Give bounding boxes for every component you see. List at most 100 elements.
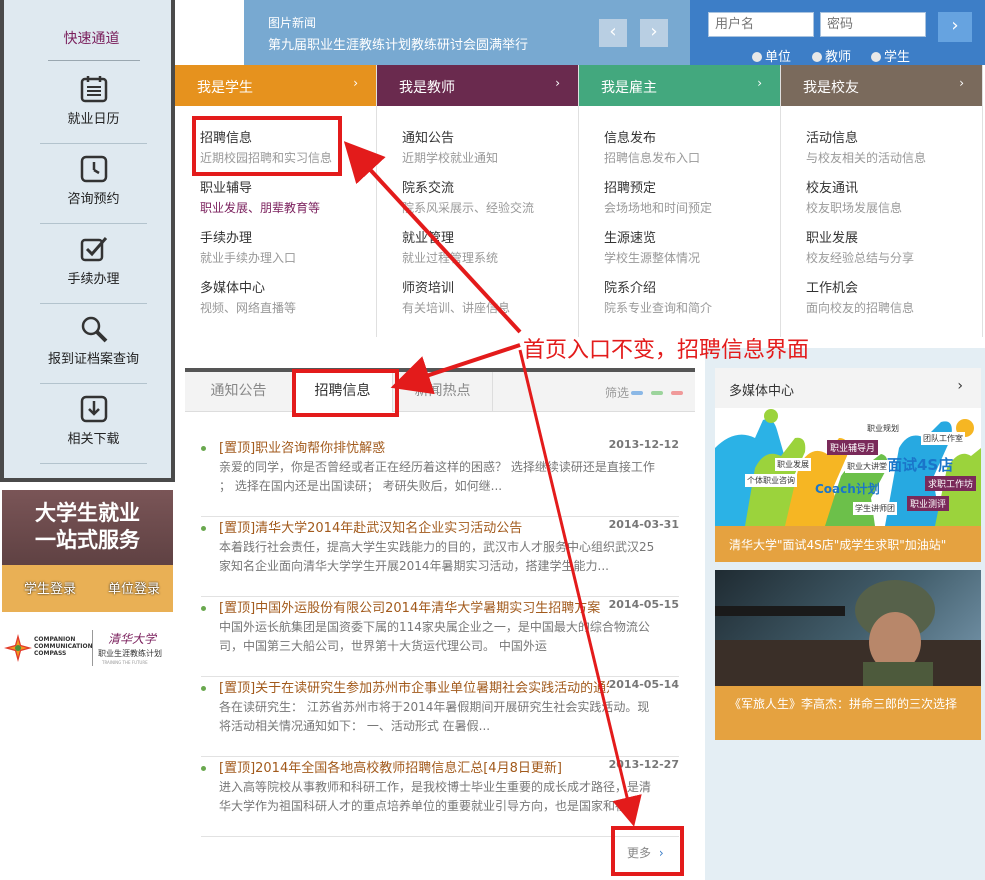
tab-notices[interactable]: 通知公告 [185,372,293,412]
menu-column-header[interactable]: 我是校友 › [781,65,982,106]
employer-login-button[interactable]: 单位登录 [108,578,160,597]
login-panel: › 单位 教师 学生 [690,0,985,65]
annotation-box-more [611,826,684,876]
interview-4s-poster[interactable]: 面试4S店 Coach计划 职业辅导月 个体职业咨询 求职工作坊 职业测评 职业… [715,408,981,526]
menu-entry-description: 视频、网络直播等 [200,301,297,315]
sidebar-item-procedures[interactable]: 手续办理 [40,226,147,304]
sidebar-item-archive-query[interactable]: 报到证档案查询 [40,306,147,384]
menu-column-header[interactable]: 我是学生 › [175,65,376,106]
menu-entry[interactable]: 活动信息 与校友相关的活动信息 [806,127,976,166]
multimedia-header[interactable]: 多媒体中心 › [715,368,981,408]
menu-column-header[interactable]: 我是雇主 › [579,65,780,106]
program-logo-text: 职业生涯教练计划 [98,649,162,658]
menu-entry[interactable]: 多媒体中心 视频、网络直播等 [200,277,370,316]
news-title-link[interactable]: [置顶]职业咨询帮你排忧解惑 [219,437,609,456]
filter-label: 筛选 [605,386,630,400]
menu-column-2: 我是雇主 › 信息发布 招聘信息发布入口 招聘预定 会场场地和时间预定 生源速览 学校生源整体… [579,65,781,337]
news-date: 2013-12-12 [608,438,679,451]
role-radio-employer[interactable]: 单位 [752,46,791,65]
menu-entry-title: 职业发展 [806,231,859,246]
news-date: 2014-03-31 [608,518,679,531]
banner-title: 大学生就业 一站式服务 [2,500,173,554]
menu-entry-description: 学校生源整体情况 [604,251,701,265]
news-next-button[interactable]: › [640,19,668,47]
bullet-dot-icon [201,526,206,531]
menu-entry[interactable]: 招聘预定 会场场地和时间预定 [604,177,774,216]
menu-header-label: 我是校友 [803,80,859,96]
logo-divider [92,630,93,666]
news-summary: 进入高等院校从事教师和科研工作，是我校博士毕业生重要的成长成才路径，是清华大学作… [219,780,652,813]
role-label: 单位 [765,50,792,65]
menu-column-header[interactable]: 我是教师 › [377,65,578,106]
menu-entry-title: 工作机会 [806,281,859,296]
username-input[interactable] [708,12,814,37]
news-summary: 中国外运长航集团是国资委下属的114家央属企业之一，是中国最大的综合物流公司，中… [219,620,650,653]
menu-entry[interactable]: 工作机会 面向校友的招聘信息 [806,277,976,316]
menu-entry-title: 通知公告 [402,131,455,146]
menu-entry-description: 校友经验总结与分享 [806,251,915,265]
soldier-photo-graphic [715,580,981,686]
menu-entry[interactable]: 校友通讯 校友职场发展信息 [806,177,976,216]
media-caption-1[interactable]: 清华大学"面试4S店"成学生求职"加油站" [715,526,981,562]
menu-entry[interactable]: 生源速览 学校生源整体情况 [604,227,774,266]
news-date: 2013-12-27 [608,758,679,771]
filter-red-toggle[interactable] [671,391,683,395]
photo-news-headline[interactable]: 第九届职业生涯教练计划教练研讨会圆满举行 [268,34,528,53]
banner-title-line: 一站式服务 [35,528,140,552]
sidebar-item-calendar[interactable]: 就业日历 [40,66,147,144]
menu-entry[interactable]: 通知公告 近期学校就业通知 [402,127,572,166]
news-title-link[interactable]: [置顶]2014年全国各地高校教师招聘信息汇总[4月8日更新] [219,757,609,776]
sidebar-item-label: 手续办理 [67,272,120,287]
chevron-right-icon: › [757,76,762,90]
menu-entry-description: 会场场地和时间预定 [604,201,713,215]
menu-entry[interactable]: 职业辅导 职业发展、朋辈教育等 [200,177,370,216]
news-date: 2014-05-14 [608,678,679,691]
sidebar-item-downloads[interactable]: 相关下载 [40,386,147,464]
role-radio-student[interactable]: 学生 [871,46,910,65]
poster-tag: 职业辅导月 [827,440,879,455]
login-submit-button[interactable]: › [938,12,972,42]
menu-entry-description: 职业发展、朋辈教育等 [200,201,321,215]
menu-entry[interactable]: 职业发展校友经验总结与分享 [806,227,976,266]
filter-blue-toggle[interactable] [631,391,643,395]
role-label: 学生 [884,50,911,65]
sidebar-item-label: 咨询预约 [67,192,120,207]
menu-entry[interactable]: 信息发布 招聘信息发布入口 [604,127,774,166]
menu-entry-title: 校友通讯 [806,181,859,196]
student-login-button[interactable]: 学生登录 [24,578,76,597]
password-input[interactable] [820,12,926,37]
filter-green-toggle[interactable] [651,391,663,395]
menu-header-label: 我是教师 [399,80,455,96]
multimedia-title: 多媒体中心 [729,384,795,399]
poster-tag: 求职工作坊 [925,476,977,491]
menu-entry[interactable]: 师资培训 有关培训、讲座信息 [402,277,572,316]
menu-entry[interactable]: 就业管理 就业过程管理系统 [402,227,572,266]
menu-entry[interactable]: 院系介绍 院系专业查询和简介 [604,277,774,316]
poster-tag: 职业大讲堂 [845,460,889,473]
tab-hot-news[interactable]: 新闻热点 [393,372,493,412]
role-mega-menu: 我是学生 › 招聘信息 近期校园招聘和实习信息 职业辅导 职业发展、朋辈教育等 手续办理 就业… [175,65,985,337]
compass-logo-icon [4,634,32,662]
radio-circle-icon [871,52,881,62]
news-title-link[interactable]: [置顶]中国外运股份有限公司2014年清华大学暑期实习生招聘方案 [219,597,609,616]
news-title-link[interactable]: [置顶]清华大学2014年赴武汉知名企业实习活动公告 [219,517,609,536]
annotation-note: 首页入口不变，招聘信息界面 [523,338,810,363]
menu-entry-description: 院系风采展示、经验交流 [402,201,535,215]
sidebar-title: 快速通道 [63,31,120,47]
partner-logos: COMPANION COMMUNICATION COMPASS 清华大学 职业生… [2,622,173,678]
role-radio-teacher[interactable]: 教师 [812,46,851,65]
soldier-video-thumbnail[interactable] [715,570,981,686]
menu-entry[interactable]: 院系交流 院系风采展示、经验交流 [402,177,572,216]
news-title-link[interactable]: [置顶]关于在读研究生参加苏州市企事业单位暑期社会实践活动的通知 [219,677,609,696]
news-date: 2014-05-15 [608,598,679,611]
checkbox-icon [80,237,107,262]
news-summary: 亲爱的同学，你是否曾经或者正在经历着这样的困惑？ 选择继续读研还是直接工作 ； … [219,460,655,493]
menu-entry[interactable]: 手续办理 就业手续办理入口 [200,227,370,266]
media-caption-2[interactable]: 《军旅人生》李高杰：拼命三郎的三次选择 [715,686,981,740]
menu-header-label: 我是雇主 [601,80,657,96]
sidebar-item-consult[interactable]: 咨询预约 [40,146,147,224]
news-prev-button[interactable]: ‹ [599,19,627,47]
menu-header-label: 我是学生 [197,80,253,96]
poster-tag: 个体职业咨询 [745,474,797,487]
one-stop-service-banner: 大学生就业 一站式服务 学生登录 单位登录 [2,490,173,612]
